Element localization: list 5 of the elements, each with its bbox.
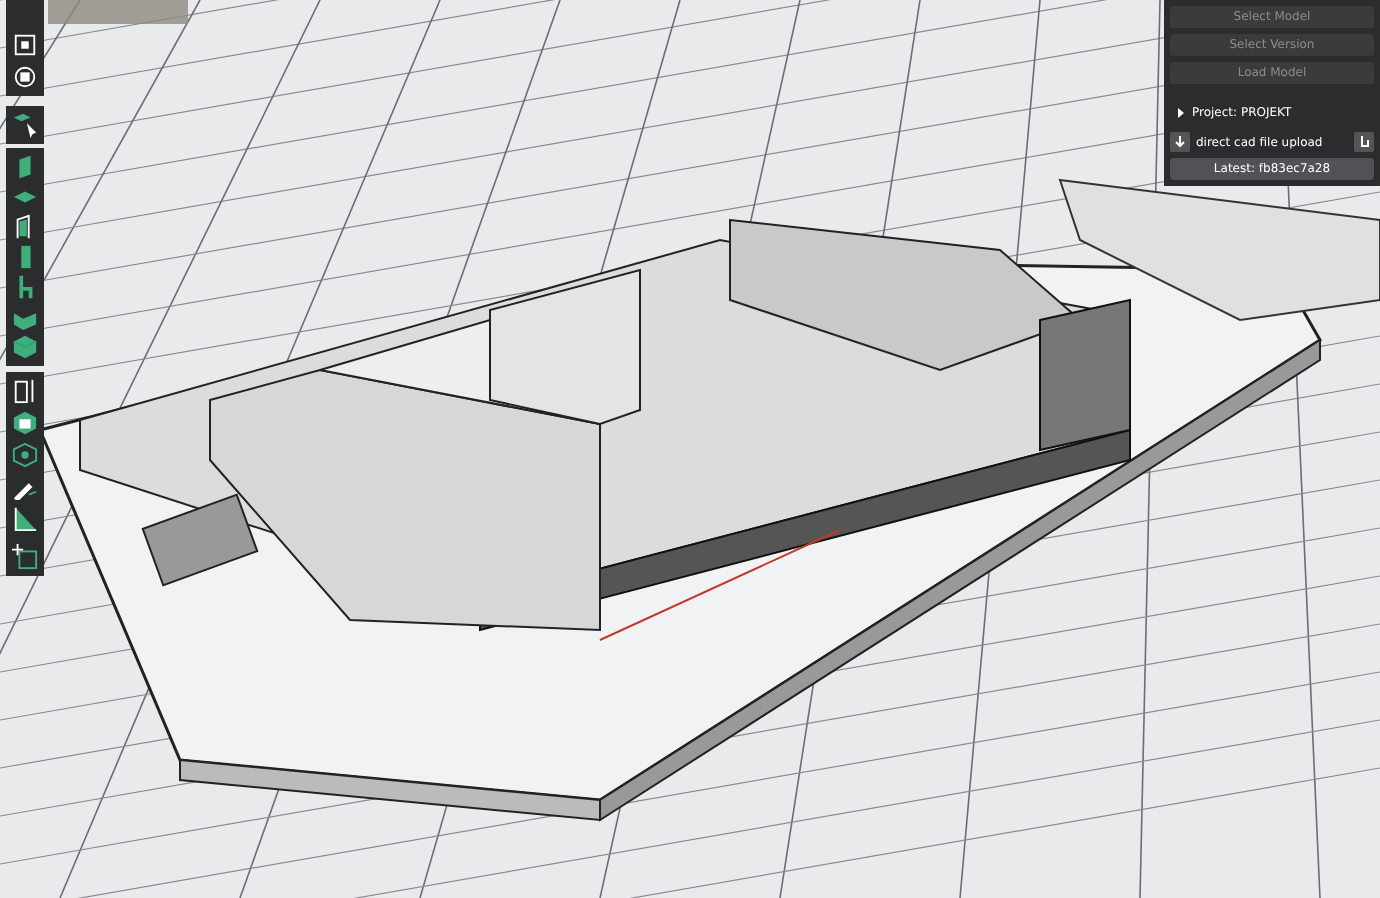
download-icon[interactable] [1170, 132, 1190, 152]
select-cursor-icon[interactable] [6, 106, 44, 144]
add-box-icon[interactable] [6, 538, 44, 576]
caret-icon [1176, 107, 1186, 117]
stats-panel [48, 0, 188, 24]
